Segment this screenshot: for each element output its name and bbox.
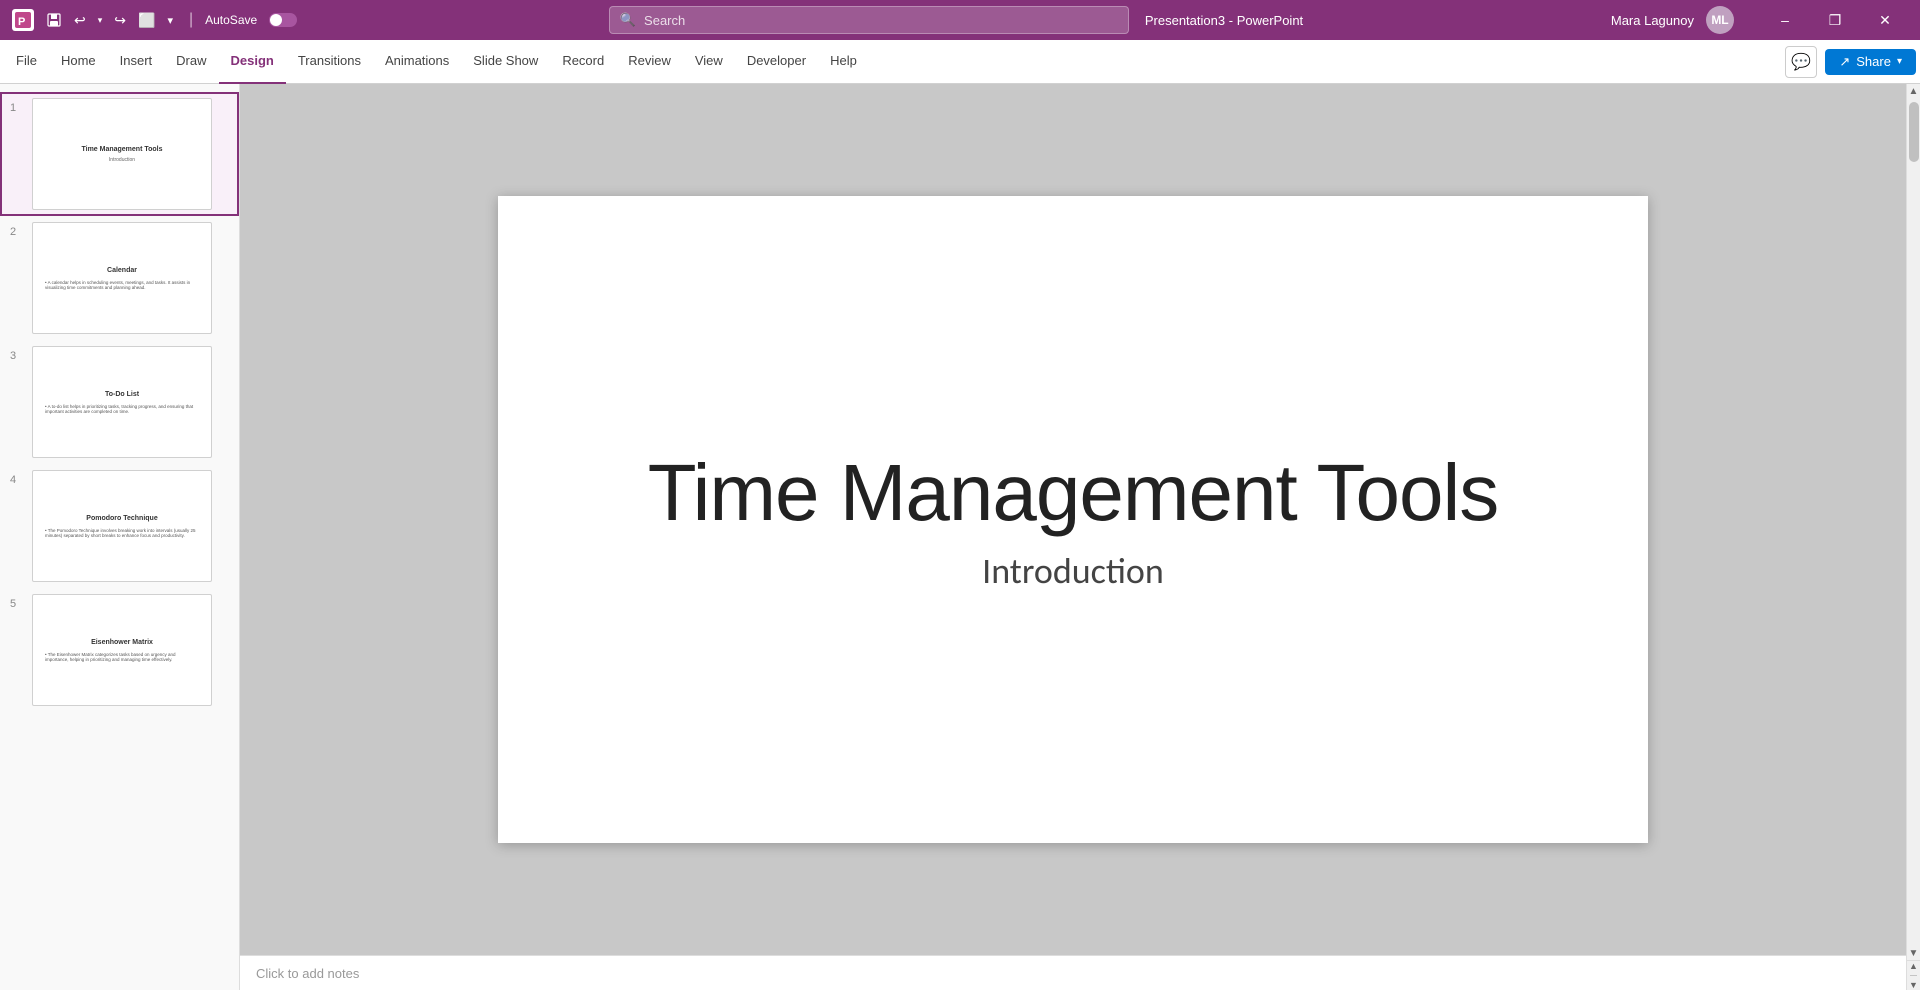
presentation-title: Presentation3 - PowerPoint [1145,13,1303,28]
share-button[interactable]: ↗ Share ▾ [1825,49,1916,75]
redo-button[interactable]: ↪ [110,10,130,31]
ribbon-tabs: FileHomeInsertDrawDesignTransitionsAnima… [4,40,869,84]
slide-item[interactable]: 1 Time Management Tools Introduction [0,92,239,216]
slide-number: 5 [10,598,24,610]
slide-list: 1 Time Management Tools Introduction 2 Calen… [0,92,239,712]
tab-record[interactable]: Record [550,40,616,84]
comments-button[interactable]: 💬 [1785,46,1817,78]
ribbon: FileHomeInsertDrawDesignTransitionsAnima… [0,40,1920,84]
scrollbar-track[interactable] [1907,98,1920,946]
tab-transitions[interactable]: Transitions [286,40,373,84]
slide-thumb-body: • The Pomodoro Technique involves breaki… [41,526,203,538]
customize-qat-button[interactable]: ▾ [163,12,177,29]
tab-slideshow[interactable]: Slide Show [461,40,550,84]
title-bar: P ↩ ▾ ↪ ⬜ ▾ | AutoSave [0,0,1920,40]
notes-placeholder[interactable]: Click to add notes [256,966,359,981]
scroll-down-button[interactable]: ▼ [1907,946,1920,960]
slide-thumbnail: To-Do List • A to-do list helps in priori… [32,346,212,458]
slide-title[interactable]: Time Management Tools [648,447,1499,539]
slide-thumb-subtitle: Introduction [109,157,135,163]
slide-number: 3 [10,350,24,362]
tab-insert[interactable]: Insert [108,40,165,84]
main-area: 1 Time Management Tools Introduction 2 Calen… [0,84,1920,990]
tab-file[interactable]: File [4,40,49,84]
zoom-down-icon[interactable]: ▼ [1909,980,1918,990]
scrollbar-thumb[interactable] [1909,102,1919,162]
save-button[interactable] [42,8,66,32]
app-icon: P [12,9,34,31]
avatar: ML [1706,6,1734,34]
slide-number: 4 [10,474,24,486]
tab-help[interactable]: Help [818,40,869,84]
slide-thumb-body: • A calendar helps in scheduling events,… [41,278,203,290]
slide-canvas[interactable]: Time Management Tools Introduction [498,196,1648,843]
slide-thumbnail: Time Management Tools Introduction [32,98,212,210]
slide-item[interactable]: 2 Calendar • A calendar helps in schedulin… [0,216,239,340]
slide-thumb-title: Pomodoro Technique [86,514,157,523]
slide-thumb-title: Eisenhower Matrix [91,638,153,647]
tab-home[interactable]: Home [49,40,108,84]
notes-bar[interactable]: Click to add notes [240,955,1906,990]
title-bar-left: P ↩ ▾ ↪ ⬜ ▾ | AutoSave [12,8,301,32]
presentation-view-button[interactable]: ⬜ [134,10,159,31]
zoom-mid-icon: — [1910,972,1917,979]
tab-review[interactable]: Review [616,40,683,84]
undo-dropdown-button[interactable]: ▾ [94,13,107,28]
slide-subtitle[interactable]: Introduction [982,549,1164,593]
slide-item[interactable]: 5 Eisenhower Matrix • The Eisenhower Matri… [0,588,239,712]
canvas-wrapper[interactable]: Time Management Tools Introduction [240,84,1906,955]
close-button[interactable]: ✕ [1862,4,1908,36]
search-input[interactable] [644,13,1118,28]
slide-number: 1 [10,102,24,114]
slide-item[interactable]: 4 Pomodoro Technique • The Pomodoro Techni… [0,464,239,588]
zoom-up-icon[interactable]: ▲ [1909,961,1918,971]
zoom-controls: ▲ — ▼ [1907,960,1920,990]
window-controls: – ❐ ✕ [1762,4,1908,36]
tab-design[interactable]: Design [219,40,286,84]
restore-button[interactable]: ❐ [1812,4,1858,36]
comments-icon: 💬 [1791,52,1811,72]
autosave-label: AutoSave [205,13,257,27]
slide-thumb-title: To-Do List [105,390,139,399]
slide-number: 2 [10,226,24,238]
user-name: Mara Lagunoy [1611,13,1694,28]
tab-draw[interactable]: Draw [164,40,218,84]
tab-animations[interactable]: Animations [373,40,461,84]
slide-item[interactable]: 3 To-Do List • A to-do list helps in prior… [0,340,239,464]
svg-text:P: P [18,16,25,28]
slide-thumbnail: Eisenhower Matrix • The Eisenhower Matrix… [32,594,212,706]
quick-access-toolbar: ↩ ▾ ↪ ⬜ ▾ [42,8,177,32]
slide-thumbnail: Pomodoro Technique • The Pomodoro Techniq… [32,470,212,582]
title-bar-center: 🔍 Presentation3 - PowerPoint [609,6,1303,34]
canvas-area: Time Management Tools Introduction Click… [240,84,1906,990]
slide-panel: 1 Time Management Tools Introduction 2 Calen… [0,84,240,990]
tab-developer[interactable]: Developer [735,40,818,84]
tab-view[interactable]: View [683,40,735,84]
slide-thumb-body: • The Eisenhower Matrix categorizes task… [41,650,203,662]
title-bar-right: Mara Lagunoy ML – ❐ ✕ [1611,4,1908,36]
right-scrollbar[interactable]: ▲ ▼ ▲ — ▼ [1906,84,1920,990]
search-icon: 🔍 [620,12,636,28]
search-bar[interactable]: 🔍 [609,6,1129,34]
minimize-button[interactable]: – [1762,4,1808,36]
slide-thumb-title: Calendar [107,266,137,275]
slide-thumbnail: Calendar • A calendar helps in scheduling… [32,222,212,334]
slide-thumb-body: • A to-do list helps in prioritizing tas… [41,402,203,414]
autosave-toggle[interactable] [269,13,297,27]
ribbon-actions: 💬 ↗ Share ▾ [1785,46,1916,78]
undo-button[interactable]: ↩ [70,10,90,31]
slide-thumb-title: Time Management Tools [81,145,162,154]
scroll-up-button[interactable]: ▲ [1907,84,1920,98]
